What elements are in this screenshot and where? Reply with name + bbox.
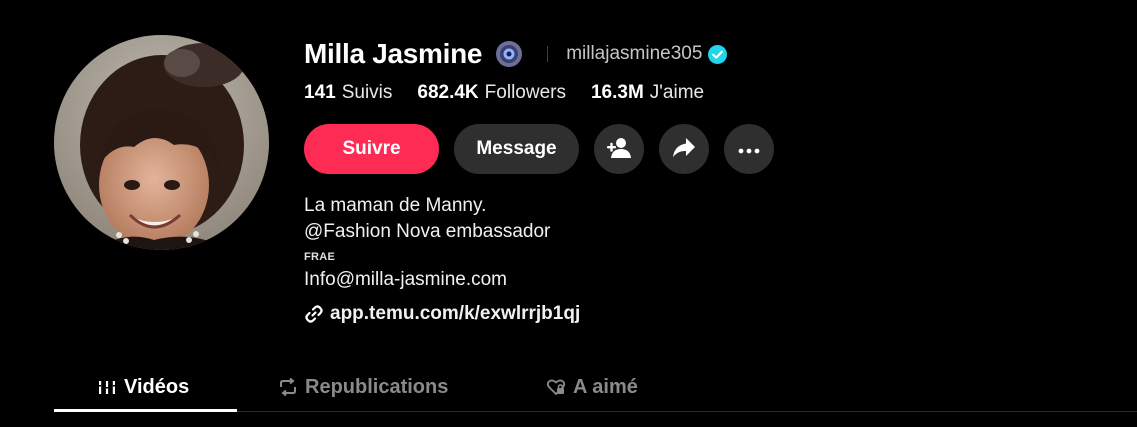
bio-line: La maman de Manny. <box>304 195 487 216</box>
active-tab-indicator <box>54 409 237 412</box>
repost-icon <box>278 377 298 397</box>
stat-following[interactable]: 141 Suivis <box>304 82 392 104</box>
profile-actions: Suivre Message <box>304 124 774 174</box>
tab-label: A aimé <box>573 375 638 398</box>
profile-tabs: Vidéos Republications A aimé <box>54 364 1137 412</box>
share-button[interactable] <box>659 124 709 174</box>
bio-email: Info@milla-jasmine.com <box>304 269 508 290</box>
stat-label: Suivis <box>341 82 393 103</box>
grid-bars-icon <box>97 377 117 397</box>
stat-likes: 16.3M J'aime <box>591 82 704 104</box>
more-dots-icon <box>738 142 760 157</box>
stat-followers[interactable]: 682.4K Followers <box>417 82 566 104</box>
stat-value: 682.4K <box>417 82 479 103</box>
follow-button[interactable]: Suivre <box>304 124 439 174</box>
message-button[interactable]: Message <box>454 124 579 174</box>
add-friend-button[interactable] <box>594 124 644 174</box>
bio-link[interactable]: app.temu.com/k/exwlrrjb1qj <box>304 303 904 325</box>
profile-bio: La maman de Manny. @Fashion Nova embassa… <box>304 193 904 325</box>
bio-region: FRAE <box>304 251 336 263</box>
profile-header: Milla Jasmine millajasmine305 <box>304 36 728 72</box>
stat-label: J'aime <box>649 82 705 103</box>
stat-value: 16.3M <box>590 82 644 103</box>
username: millajasmine305 <box>566 43 703 64</box>
avatar[interactable] <box>54 35 269 250</box>
display-name: Milla Jasmine <box>304 38 483 69</box>
add-user-icon <box>606 137 632 162</box>
tab-reposts[interactable]: Republications <box>278 364 448 410</box>
tab-label: Republications <box>305 375 449 398</box>
profile-badge-icon <box>495 40 523 68</box>
link-icon <box>304 304 324 324</box>
tab-label: Vidéos <box>124 375 190 398</box>
bio-link-text: app.temu.com/k/exwlrrjb1qj <box>330 303 581 324</box>
heart-lock-icon <box>546 377 566 397</box>
stat-value: 141 <box>304 82 336 103</box>
profile-page: Milla Jasmine millajasmine305 141 Suivis… <box>0 0 1137 427</box>
avatar-photo <box>54 35 269 250</box>
share-arrow-icon <box>672 137 696 162</box>
stat-label: Followers <box>484 82 566 103</box>
profile-stats: 141 Suivis 682.4K Followers 16.3M J'aime <box>304 82 729 104</box>
name-divider <box>547 46 549 62</box>
tab-videos[interactable]: Vidéos <box>97 364 189 410</box>
verified-badge-icon <box>708 44 728 64</box>
more-options-button[interactable] <box>724 124 774 174</box>
bio-line: @Fashion Nova embassador <box>304 221 551 242</box>
tab-liked[interactable]: A aimé <box>546 364 638 410</box>
